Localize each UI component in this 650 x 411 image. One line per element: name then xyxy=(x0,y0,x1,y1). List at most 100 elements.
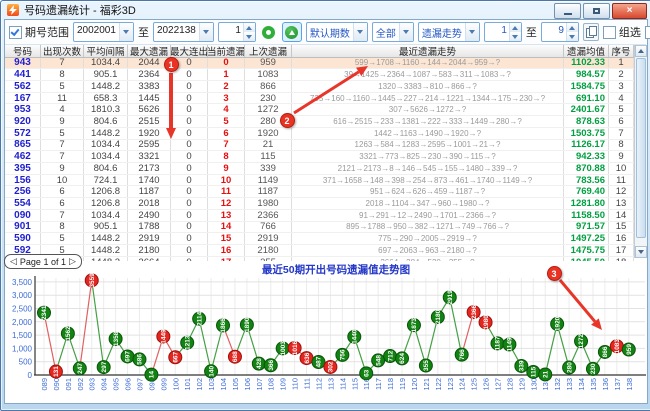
table-row[interactable]: 95341810.35626041272307→5626→1272→?2401.… xyxy=(5,104,634,116)
svg-text:667: 667 xyxy=(172,351,179,362)
svg-text:127: 127 xyxy=(493,378,502,391)
svg-text:107: 107 xyxy=(255,378,264,391)
close-button[interactable]: × xyxy=(612,3,647,19)
table-row[interactable]: 59051448.229190152919775→290→2005→2919→?… xyxy=(5,233,634,245)
table-row[interactable]: 56251448.23383028661320→3383→810→866→?15… xyxy=(5,81,634,93)
svg-text:101: 101 xyxy=(183,378,192,391)
cell-number: 167 xyxy=(5,93,41,104)
svg-text:21: 21 xyxy=(542,370,549,378)
maximize-button[interactable] xyxy=(583,3,610,19)
cell-trend: 91→291→12→2490→1701→2366→? xyxy=(292,210,564,221)
cell-avg-gap: 1810.3 xyxy=(84,104,128,115)
number-end-value: 9 xyxy=(542,23,566,41)
column-header-avg-gap[interactable]: 平均间隔 xyxy=(84,45,128,58)
table-row[interactable]: 25661206.811870111187951→624→626→459→118… xyxy=(5,186,634,198)
chart-point: 247 xyxy=(73,362,86,375)
number-end-spinner[interactable]: 9 xyxy=(541,22,579,42)
column-header-max-streak[interactable]: 最大连出 xyxy=(171,45,208,58)
table-row[interactable]: 4418905.1236401108339→1425→2364→1087→583… xyxy=(5,69,634,81)
svg-text:135: 135 xyxy=(589,378,598,391)
scroll-thumb[interactable] xyxy=(636,58,646,238)
table-scrollbar[interactable] xyxy=(634,45,647,258)
window-buttons: × xyxy=(554,3,647,19)
svg-text:1,500: 1,500 xyxy=(12,331,33,340)
cell-count: 7 xyxy=(41,58,84,69)
svg-text:126: 126 xyxy=(482,378,491,391)
table-row[interactable]: 46271034.43321081153321→773→825→230→390→… xyxy=(5,151,634,163)
svg-text:959: 959 xyxy=(626,344,633,355)
cell-max-streak: 0 xyxy=(171,93,208,104)
chart-point: 140 xyxy=(205,365,218,378)
column-header-last-miss[interactable]: 上次遗漏 xyxy=(245,45,292,58)
cell-last-miss: 1083 xyxy=(245,69,292,80)
column-header-max-miss[interactable]: 最大遗漏 xyxy=(128,45,171,58)
ring-icon-button[interactable] xyxy=(260,23,278,41)
period-from-select[interactable]: 2002001 xyxy=(73,22,134,42)
preset-period-select[interactable]: 默认期数 xyxy=(306,22,368,42)
svg-text:1,000: 1,000 xyxy=(12,344,33,353)
minimize-button[interactable] xyxy=(554,3,581,19)
avg-checkbox[interactable]: 均减 xyxy=(645,24,650,40)
chart-point: 1980 xyxy=(479,315,492,330)
column-header-number[interactable]: 号码 xyxy=(5,45,41,58)
cell-max-miss: 2180 xyxy=(128,245,171,256)
cell-avg-gap: 1448.2 xyxy=(84,81,128,92)
chart-point: 1440 xyxy=(348,329,361,344)
cell-mean: 1503.75 xyxy=(564,128,609,139)
table-row[interactable]: 59251448.221800162180697→2063→963→2180→?… xyxy=(5,245,634,257)
period-to-select[interactable]: 2022138 xyxy=(153,22,214,42)
table-row[interactable]: 09071034.42490013236691→291→12→2490→1701… xyxy=(5,210,634,222)
table-row[interactable]: 9018905.11788014766895→1788→950→382→1271… xyxy=(5,222,634,234)
spinner-arrows-icon[interactable] xyxy=(509,23,521,41)
cell-max-miss: 2595 xyxy=(128,140,171,151)
table-row[interactable]: 16711658.3144503230735→160→1160→1445→227… xyxy=(5,93,634,105)
scope-select[interactable]: 全部 xyxy=(372,22,414,42)
svg-text:118: 118 xyxy=(386,378,395,390)
cell-trend: 2121→2173→8→146→545→155→1480→339→? xyxy=(292,163,564,174)
step-spinner[interactable]: 1 xyxy=(218,22,256,42)
cell-index: 10 xyxy=(609,163,634,174)
scroll-up-button[interactable] xyxy=(635,45,647,57)
column-header-count[interactable]: 出现次数 xyxy=(41,45,84,58)
cell-trend: 951→624→626→459→1187→? xyxy=(292,186,564,197)
period-range-checkbox[interactable]: 期号范围 xyxy=(9,24,69,40)
prev-page-button[interactable]: ◁ xyxy=(10,256,17,267)
go-up-icon-button[interactable] xyxy=(282,22,302,42)
svg-text:1449: 1449 xyxy=(161,329,168,344)
view-mode-select[interactable]: 遗漏走势 xyxy=(418,22,480,42)
cell-mean: 1158.50 xyxy=(564,210,609,221)
table-row[interactable]: 86571034.4259507211263→584→1283→2595→100… xyxy=(5,140,634,152)
cell-count: 6 xyxy=(41,186,84,197)
column-header-index[interactable]: 序号 xyxy=(609,45,634,58)
number-start-spinner[interactable]: 1 xyxy=(484,22,522,42)
cell-avg-gap: 1206.8 xyxy=(84,186,128,197)
chart-point: 366 xyxy=(264,359,277,372)
cell-current-miss: 8 xyxy=(208,151,245,162)
spinner-arrows-icon[interactable] xyxy=(566,23,578,41)
column-header-trend[interactable]: 最近遗漏走势 xyxy=(292,45,564,58)
column-header-current-miss[interactable]: 当前遗漏 xyxy=(208,45,245,58)
maximize-icon xyxy=(593,8,600,14)
svg-text:1213: 1213 xyxy=(184,335,191,350)
chart-point: 548 xyxy=(372,354,385,367)
next-page-button[interactable]: ▷ xyxy=(69,256,76,267)
svg-text:1873: 1873 xyxy=(411,318,418,333)
svg-text:339: 339 xyxy=(519,360,526,371)
column-header-mean[interactable]: 遗漏均值 xyxy=(564,45,609,58)
cell-mean: 769.40 xyxy=(564,186,609,197)
table-row[interactable]: 94371034.4204400959599→1708→1160→144→204… xyxy=(5,58,634,70)
table-row[interactable]: 15610724.117400101149371→1658→148→398→25… xyxy=(5,175,634,187)
chart-point: 697 xyxy=(121,350,134,363)
cell-number: 395 xyxy=(5,163,41,174)
spinner-arrows-icon[interactable] xyxy=(243,23,255,41)
copy-button[interactable] xyxy=(583,23,599,41)
cell-max-streak: 0 xyxy=(171,163,208,174)
table-header: 号码出现次数平均间隔最大遗漏最大连出当前遗漏上次遗漏最近遗漏走势遗漏均值序号 xyxy=(5,45,634,58)
svg-text:117: 117 xyxy=(374,378,383,390)
table-row[interactable]: 9209804.6251505280616→2515→233→1381→222→… xyxy=(5,116,634,128)
group-select-checkbox[interactable]: 组选 xyxy=(603,24,641,40)
cell-max-streak: 0 xyxy=(171,81,208,92)
table-row[interactable]: 55461206.8201801219802018→1104→347→960→1… xyxy=(5,198,634,210)
table-row[interactable]: 57251448.219200619201442→1163→1490→1920→… xyxy=(5,128,634,140)
table-row[interactable]: 3959804.62173093392121→2173→8→146→545→15… xyxy=(5,163,634,175)
